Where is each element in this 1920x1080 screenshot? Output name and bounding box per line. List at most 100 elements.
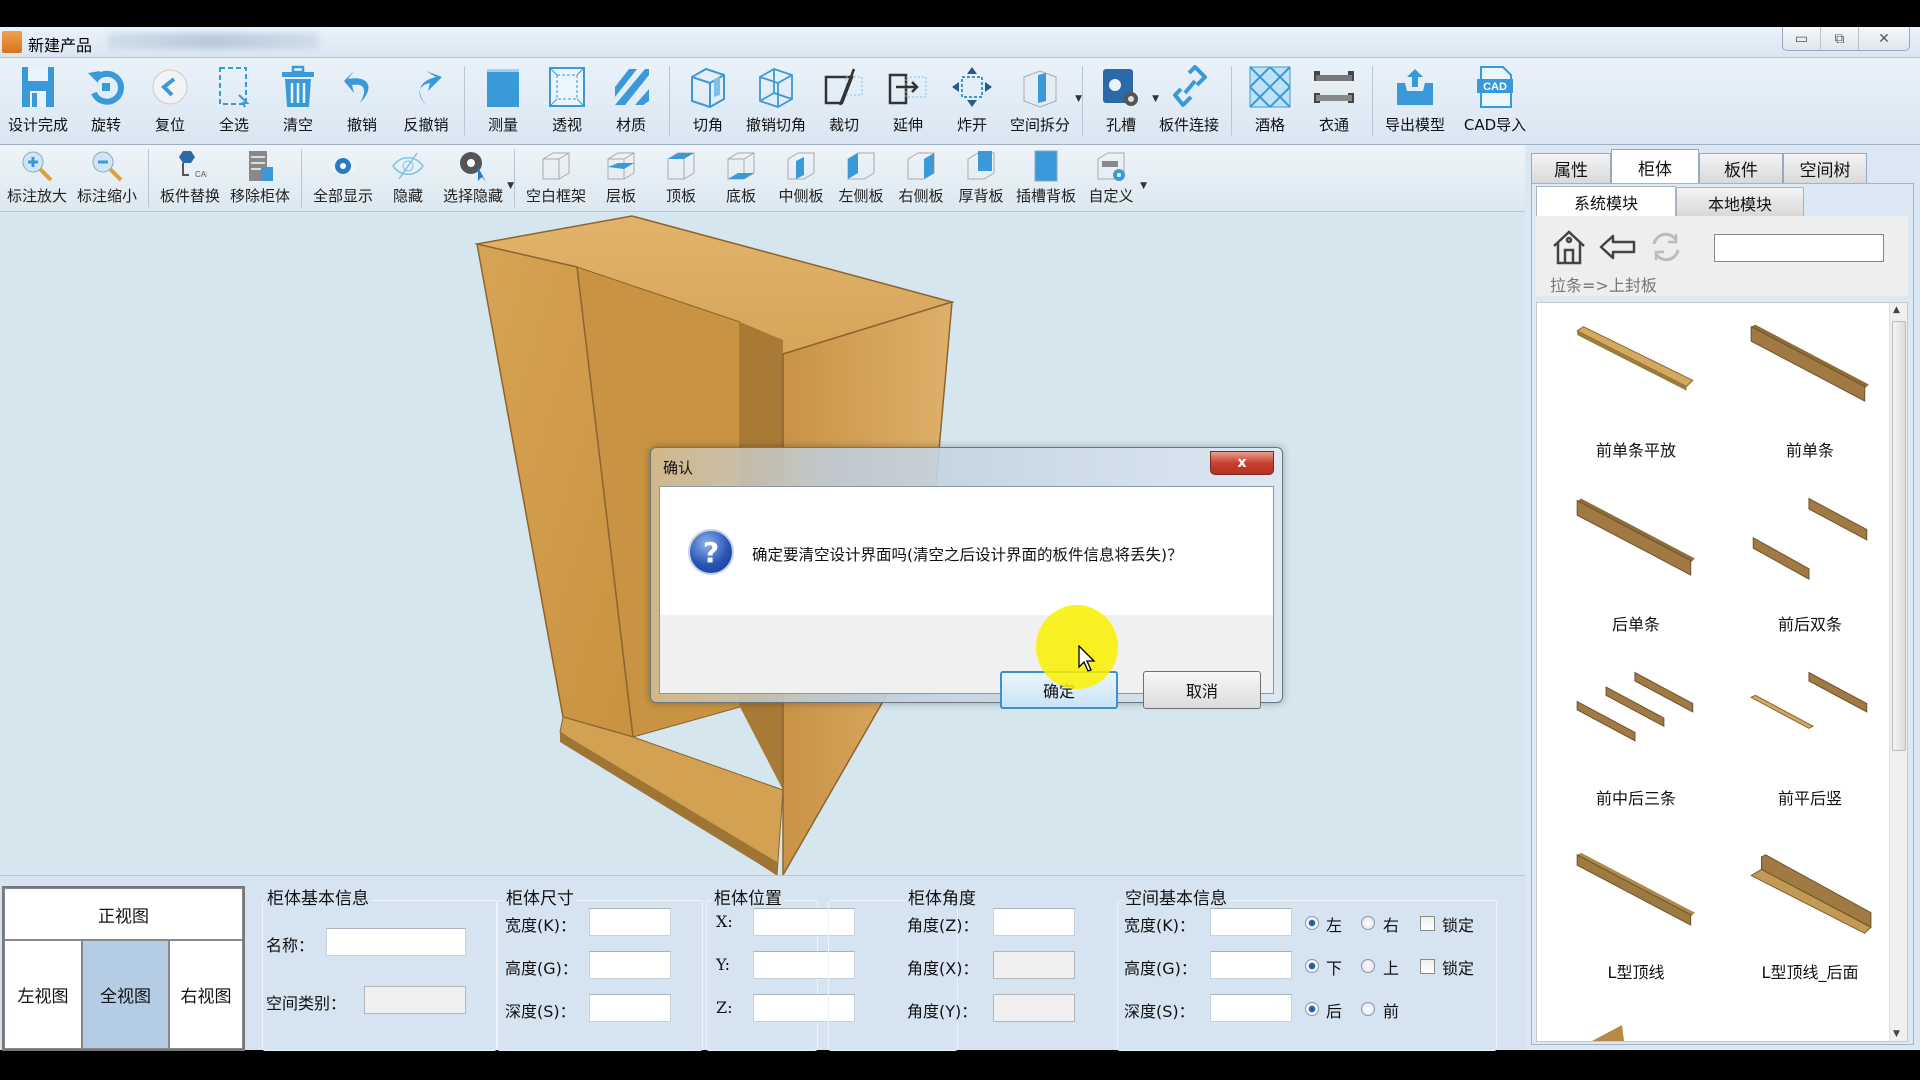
tab-space-tree[interactable]: 空间树	[1783, 153, 1867, 183]
hide-button[interactable]: 隐藏	[378, 145, 438, 211]
subtab-system-modules[interactable]: 系统模块	[1536, 186, 1676, 217]
replace-board-button[interactable]: CAD 板件替换	[155, 145, 225, 211]
angle-x-input[interactable]	[993, 951, 1075, 979]
toolbar-separator	[514, 149, 515, 207]
left-side-button[interactable]: 左侧板	[831, 145, 891, 211]
refresh-icon[interactable]	[1648, 230, 1684, 264]
module-item[interactable]: 前平后竖	[1725, 655, 1895, 827]
module-item[interactable]: 前后双条	[1725, 481, 1895, 653]
module-item[interactable]: L型顶线_后面	[1725, 829, 1895, 1001]
cabinet-width-input[interactable]	[589, 908, 671, 936]
zoom-in-label-button[interactable]: 标注放大	[2, 145, 72, 211]
module-name: 前单条平放	[1595, 441, 1676, 460]
dropdown-arrow-icon[interactable]: ▼	[507, 181, 514, 191]
back-arrow-icon[interactable]	[1598, 232, 1638, 262]
app-icon	[2, 31, 22, 53]
dropdown-arrow-icon[interactable]: ▼	[1075, 94, 1082, 104]
module-item[interactable]: 后单条	[1551, 481, 1721, 653]
remove-cabinet-button[interactable]: 移除柜体	[225, 145, 295, 211]
clothes-rail-button[interactable]: 衣通	[1302, 58, 1366, 144]
height-up-radio[interactable]	[1361, 959, 1375, 973]
wine-rack-button[interactable]: 酒格	[1238, 58, 1302, 144]
zoom-out-label-button[interactable]: 标注缩小	[72, 145, 142, 211]
space-depth-input[interactable]	[1210, 994, 1292, 1022]
module-search-input[interactable]	[1714, 234, 1884, 262]
button-label: 材质	[615, 116, 646, 134]
height-down-radio[interactable]	[1305, 959, 1319, 973]
hole-slot-button[interactable]: 孔槽 ▼	[1089, 58, 1159, 144]
export-model-button[interactable]: 导出模型	[1379, 58, 1451, 144]
space-width-input[interactable]	[1210, 908, 1292, 936]
cad-import-button[interactable]: CAD CAD导入	[1451, 58, 1539, 144]
module-name: L型顶线	[1607, 963, 1665, 982]
reset-button[interactable]: 复位	[138, 58, 202, 144]
cabinet-depth-input[interactable]	[589, 994, 671, 1022]
right-side-button[interactable]: 右侧板	[891, 145, 951, 211]
measure-button[interactable]: 测量	[471, 58, 535, 144]
dropdown-arrow-icon[interactable]: ▼	[1140, 181, 1147, 191]
space-height-input[interactable]	[1210, 951, 1292, 979]
middle-side-button[interactable]: 中侧板	[771, 145, 831, 211]
slot-back-button[interactable]: 插槽背板	[1011, 145, 1081, 211]
cut-button[interactable]: 裁切	[812, 58, 876, 144]
material-button[interactable]: 材质	[599, 58, 663, 144]
depth-front-radio[interactable]	[1361, 1002, 1375, 1016]
front-view-button[interactable]: 正视图	[4, 888, 243, 940]
scroll-down-icon[interactable]: ▼	[1893, 1029, 1900, 1039]
module-item[interactable]: 前中后三条	[1551, 655, 1721, 827]
redo-button[interactable]: 反撤销	[394, 58, 458, 144]
space-split-button[interactable]: 空间拆分 ▼	[1004, 58, 1082, 144]
dialog-close-button[interactable]: x	[1210, 451, 1274, 475]
chamfer-button[interactable]: 切角	[676, 58, 740, 144]
custom-button[interactable]: 自定义 ▼	[1081, 145, 1147, 211]
space-type-input[interactable]	[364, 986, 466, 1014]
select-hide-button[interactable]: 选择隐藏 ▼	[438, 145, 514, 211]
tab-cabinet[interactable]: 柜体	[1611, 149, 1699, 184]
scroll-up-icon[interactable]: ▲	[1893, 305, 1900, 315]
width-left-radio[interactable]	[1305, 916, 1319, 930]
perspective-button[interactable]: 透视	[535, 58, 599, 144]
cabinet-height-input[interactable]	[589, 951, 671, 979]
angle-y-input[interactable]	[993, 994, 1075, 1022]
clear-button[interactable]: 清空	[266, 58, 330, 144]
width-right-radio[interactable]	[1361, 916, 1375, 930]
depth-back-radio[interactable]	[1305, 1002, 1319, 1016]
module-list-scrollbar[interactable]: ▲ ▼	[1889, 303, 1907, 1041]
explode-button[interactable]: 炸开	[940, 58, 1004, 144]
home-icon[interactable]	[1550, 228, 1588, 266]
rotate-button[interactable]: 旋转	[74, 58, 138, 144]
module-item[interactable]: L型顶线	[1551, 829, 1721, 1001]
width-lock-checkbox[interactable]	[1420, 916, 1435, 931]
tab-properties[interactable]: 属性	[1531, 153, 1611, 183]
module-item[interactable]: 前单条平放	[1551, 307, 1721, 479]
board-connect-button[interactable]: 板件连接	[1153, 58, 1225, 144]
extend-button[interactable]: 延伸	[876, 58, 940, 144]
all-view-button[interactable]: 全视图	[82, 940, 169, 1049]
undo-button[interactable]: 撤销	[330, 58, 394, 144]
shelf-button[interactable]: 层板	[591, 145, 651, 211]
scrollbar-thumb[interactable]	[1892, 321, 1906, 751]
undo-chamfer-button[interactable]: 撤销切角	[740, 58, 812, 144]
thick-back-button[interactable]: 厚背板	[951, 145, 1011, 211]
restore-button[interactable]: ⧉	[1821, 27, 1859, 50]
export-icon	[1393, 64, 1437, 110]
subtab-local-modules[interactable]: 本地模块	[1676, 187, 1804, 217]
right-view-button[interactable]: 右视图	[169, 940, 243, 1049]
top-board-button[interactable]: 顶板	[651, 145, 711, 211]
cancel-button[interactable]: 取消	[1143, 671, 1261, 709]
empty-frame-button[interactable]: 空白框架	[521, 145, 591, 211]
left-view-button[interactable]: 左视图	[4, 940, 82, 1049]
design-done-button[interactable]: 设计完成	[2, 58, 74, 144]
tab-boards[interactable]: 板件	[1699, 153, 1783, 183]
module-name: 前后双条	[1777, 615, 1842, 634]
select-all-button[interactable]: 全选	[202, 58, 266, 144]
angle-z-input[interactable]	[993, 908, 1075, 936]
show-all-button[interactable]: 全部显示	[308, 145, 378, 211]
height-lock-checkbox[interactable]	[1420, 959, 1435, 974]
cabinet-name-input[interactable]	[326, 928, 466, 956]
bottom-board-button[interactable]: 底板	[711, 145, 771, 211]
module-item[interactable]: 前单条	[1725, 307, 1895, 479]
close-button[interactable]: ✕	[1859, 27, 1909, 50]
minimize-button[interactable]: ▭	[1783, 27, 1821, 50]
custom-gear-icon	[1093, 149, 1129, 183]
